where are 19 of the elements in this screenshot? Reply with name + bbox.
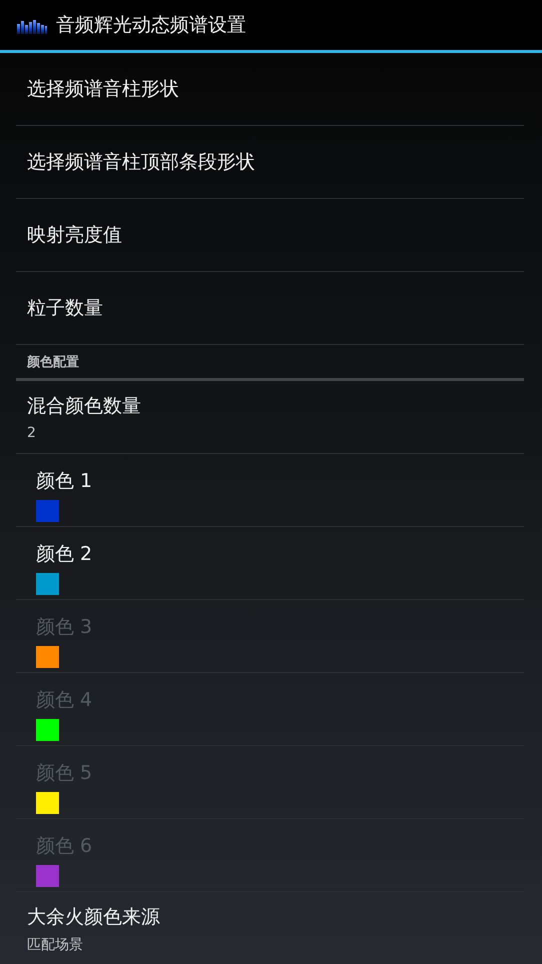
preference-summary: 匹配场景 [27, 936, 83, 954]
preference-title: 颜色 3 [36, 615, 92, 640]
preference-summary: 2 [27, 425, 36, 441]
app-title: 音频辉光动态频谱设置 [56, 13, 246, 38]
preference-title: 颜色 5 [36, 761, 92, 786]
preference-title: 颜色 1 [36, 469, 92, 494]
category-header: 颜色配置 [16, 345, 524, 381]
preference-item[interactable]: 粒子数量 [16, 272, 524, 345]
preference-item[interactable]: 混合颜色数量 2 [16, 381, 524, 454]
preference-item[interactable]: 选择频谱音柱顶部条段形状 [16, 126, 524, 199]
preference-item[interactable]: 选择频谱音柱形状 [16, 53, 524, 126]
preference-title: 颜色 4 [36, 688, 92, 713]
preference-item[interactable]: 大余火颜色来源 匹配场景 [16, 892, 524, 964]
color-preference[interactable]: 颜色 2 [16, 527, 524, 600]
preference-item[interactable]: 映射亮度值 [16, 199, 524, 272]
preference-title: 混合颜色数量 [27, 394, 141, 419]
preference-title: 大余火颜色来源 [27, 904, 160, 930]
color-preference[interactable]: 颜色 1 [16, 454, 524, 527]
preference-title: 颜色 2 [36, 542, 92, 567]
